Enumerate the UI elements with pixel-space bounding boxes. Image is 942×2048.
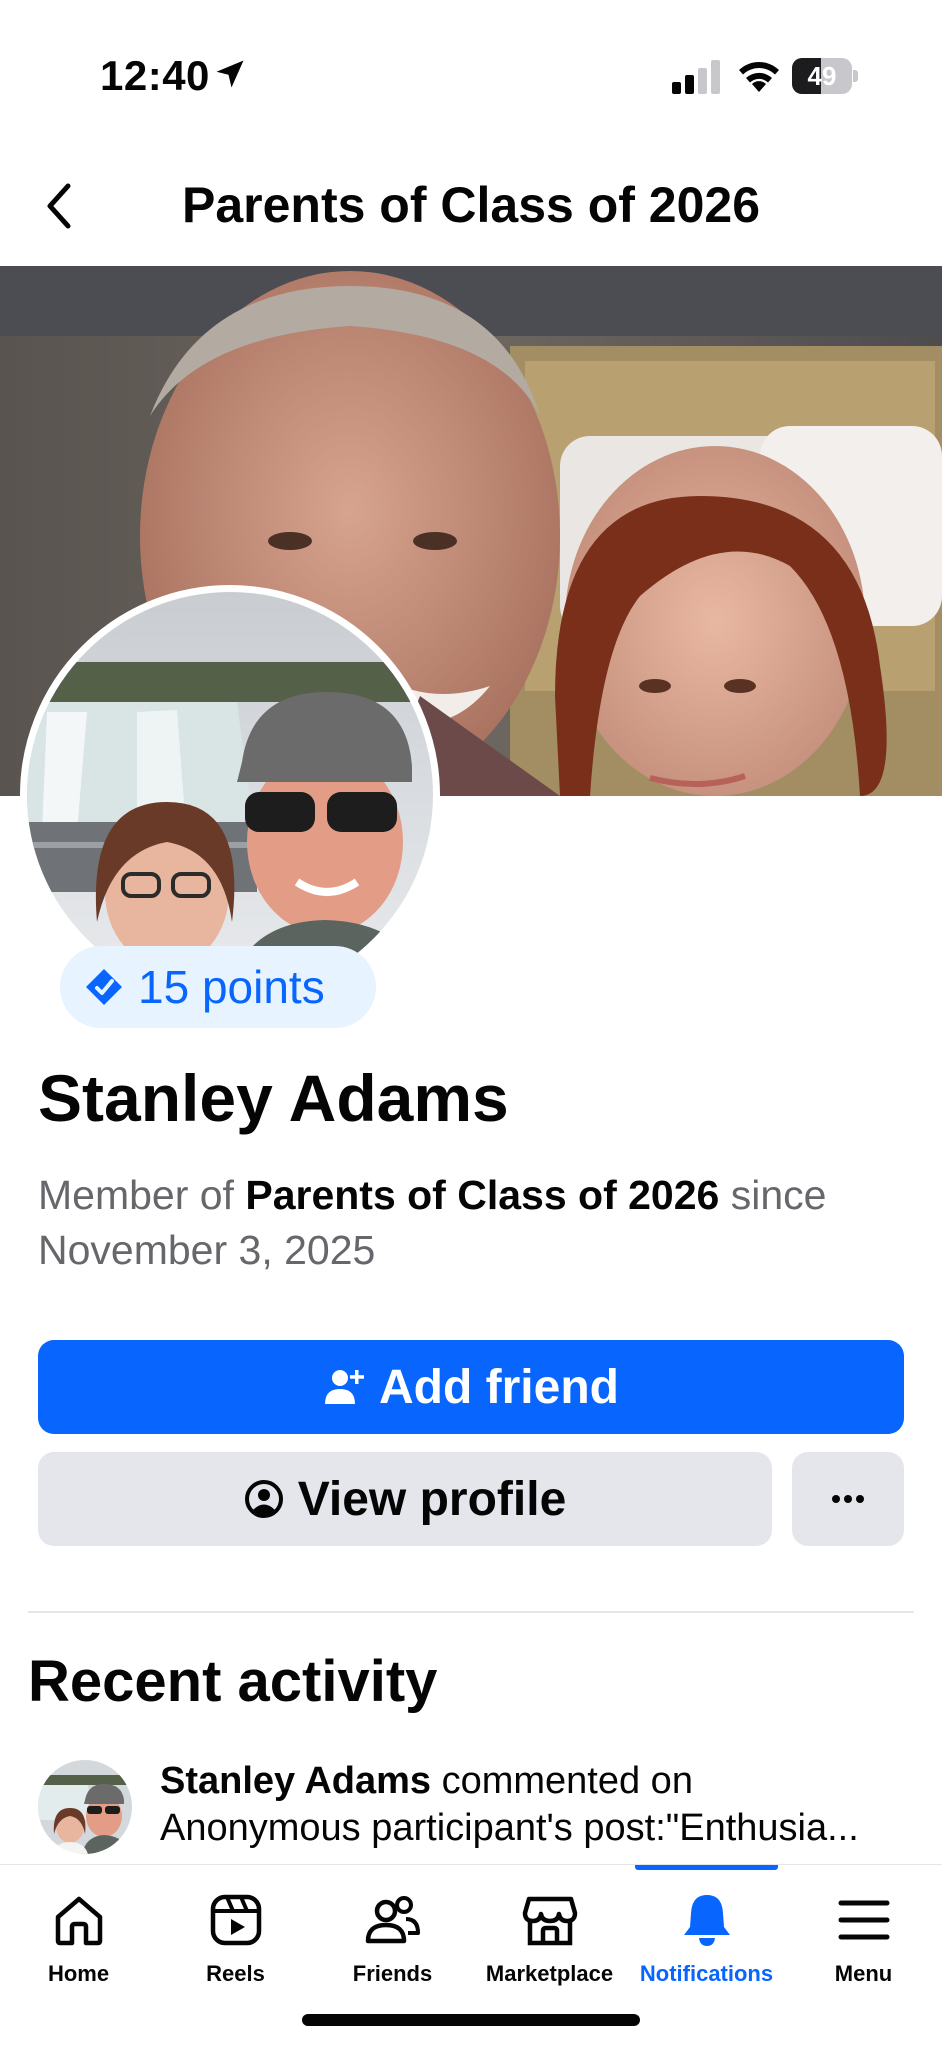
marketplace-icon	[522, 1896, 577, 1946]
battery-icon: 49	[792, 58, 858, 94]
group-name[interactable]: Parents of Class of 2026	[245, 1172, 719, 1218]
join-date: November 3, 2025	[38, 1227, 376, 1273]
page-title: Parents of Class of 2026	[181, 177, 761, 233]
profile-circle-icon	[244, 1480, 283, 1518]
status-bar: 12:40 49	[0, 0, 942, 130]
activity-text: Stanley Adams commented on Anonymous par…	[160, 1758, 940, 1852]
add-friend-button[interactable]: Add friend	[38, 1340, 904, 1434]
activity-detail: Anonymous participant's post:"Enthusia..…	[160, 1807, 859, 1849]
friends-icon	[365, 1896, 420, 1944]
more-dots-icon	[832, 1495, 864, 1503]
activity-item[interactable]: Stanley Adams commented on Anonymous par…	[38, 1758, 918, 1858]
activity-actor[interactable]: Stanley Adams	[160, 1760, 431, 1802]
home-indicator[interactable]	[302, 2014, 640, 2026]
nav-notifications[interactable]: Notifications	[628, 1865, 785, 2005]
battery-level: 49	[807, 61, 837, 91]
home-icon	[55, 1896, 102, 1946]
diamond-badge-icon	[86, 969, 122, 1005]
view-profile-button[interactable]: View profile	[38, 1452, 772, 1546]
nav-friends[interactable]: Friends	[314, 1865, 471, 2005]
bell-icon	[683, 1895, 730, 1946]
activity-avatar	[38, 1760, 132, 1854]
cellular-signal-icon	[672, 60, 720, 94]
view-profile-label: View profile	[297, 1472, 567, 1526]
page-header: Parents of Class of 2026	[0, 160, 942, 255]
add-person-icon	[325, 1370, 364, 1404]
status-time: 12:40	[100, 52, 210, 99]
nav-notifications-label: Notifications	[639, 1961, 774, 1986]
member-prefix: Member of	[38, 1172, 246, 1218]
nav-marketplace-label: Marketplace	[485, 1961, 614, 1986]
nav-home[interactable]: Home	[0, 1865, 157, 2005]
recent-activity-title: Recent activity	[28, 1649, 438, 1714]
nav-marketplace[interactable]: Marketplace	[471, 1865, 628, 2005]
membership-info: Member of Parents of Class of 2026 since…	[38, 1168, 918, 1278]
nav-menu-label: Menu	[834, 1961, 893, 1986]
nav-home-label: Home	[47, 1961, 110, 1986]
section-divider	[28, 1611, 914, 1613]
reels-icon	[210, 1894, 261, 1946]
nav-friends-label: Friends	[352, 1961, 433, 1986]
points-label: 15 points	[138, 961, 325, 1013]
menu-icon	[838, 1900, 889, 1940]
nav-reels[interactable]: Reels	[157, 1865, 314, 2005]
user-name: Stanley Adams	[38, 1061, 509, 1135]
activity-action: commented on	[431, 1760, 693, 1802]
points-badge[interactable]: 15 points	[60, 946, 376, 1028]
member-since-word: since	[719, 1172, 827, 1218]
more-options-button[interactable]	[792, 1452, 904, 1546]
location-arrow-icon	[216, 60, 244, 88]
profile-avatar[interactable]	[20, 585, 440, 1005]
add-friend-label: Add friend	[379, 1360, 619, 1414]
nav-reels-label: Reels	[206, 1961, 265, 1986]
wifi-icon	[739, 62, 779, 92]
nav-menu[interactable]: Menu	[785, 1865, 942, 2005]
